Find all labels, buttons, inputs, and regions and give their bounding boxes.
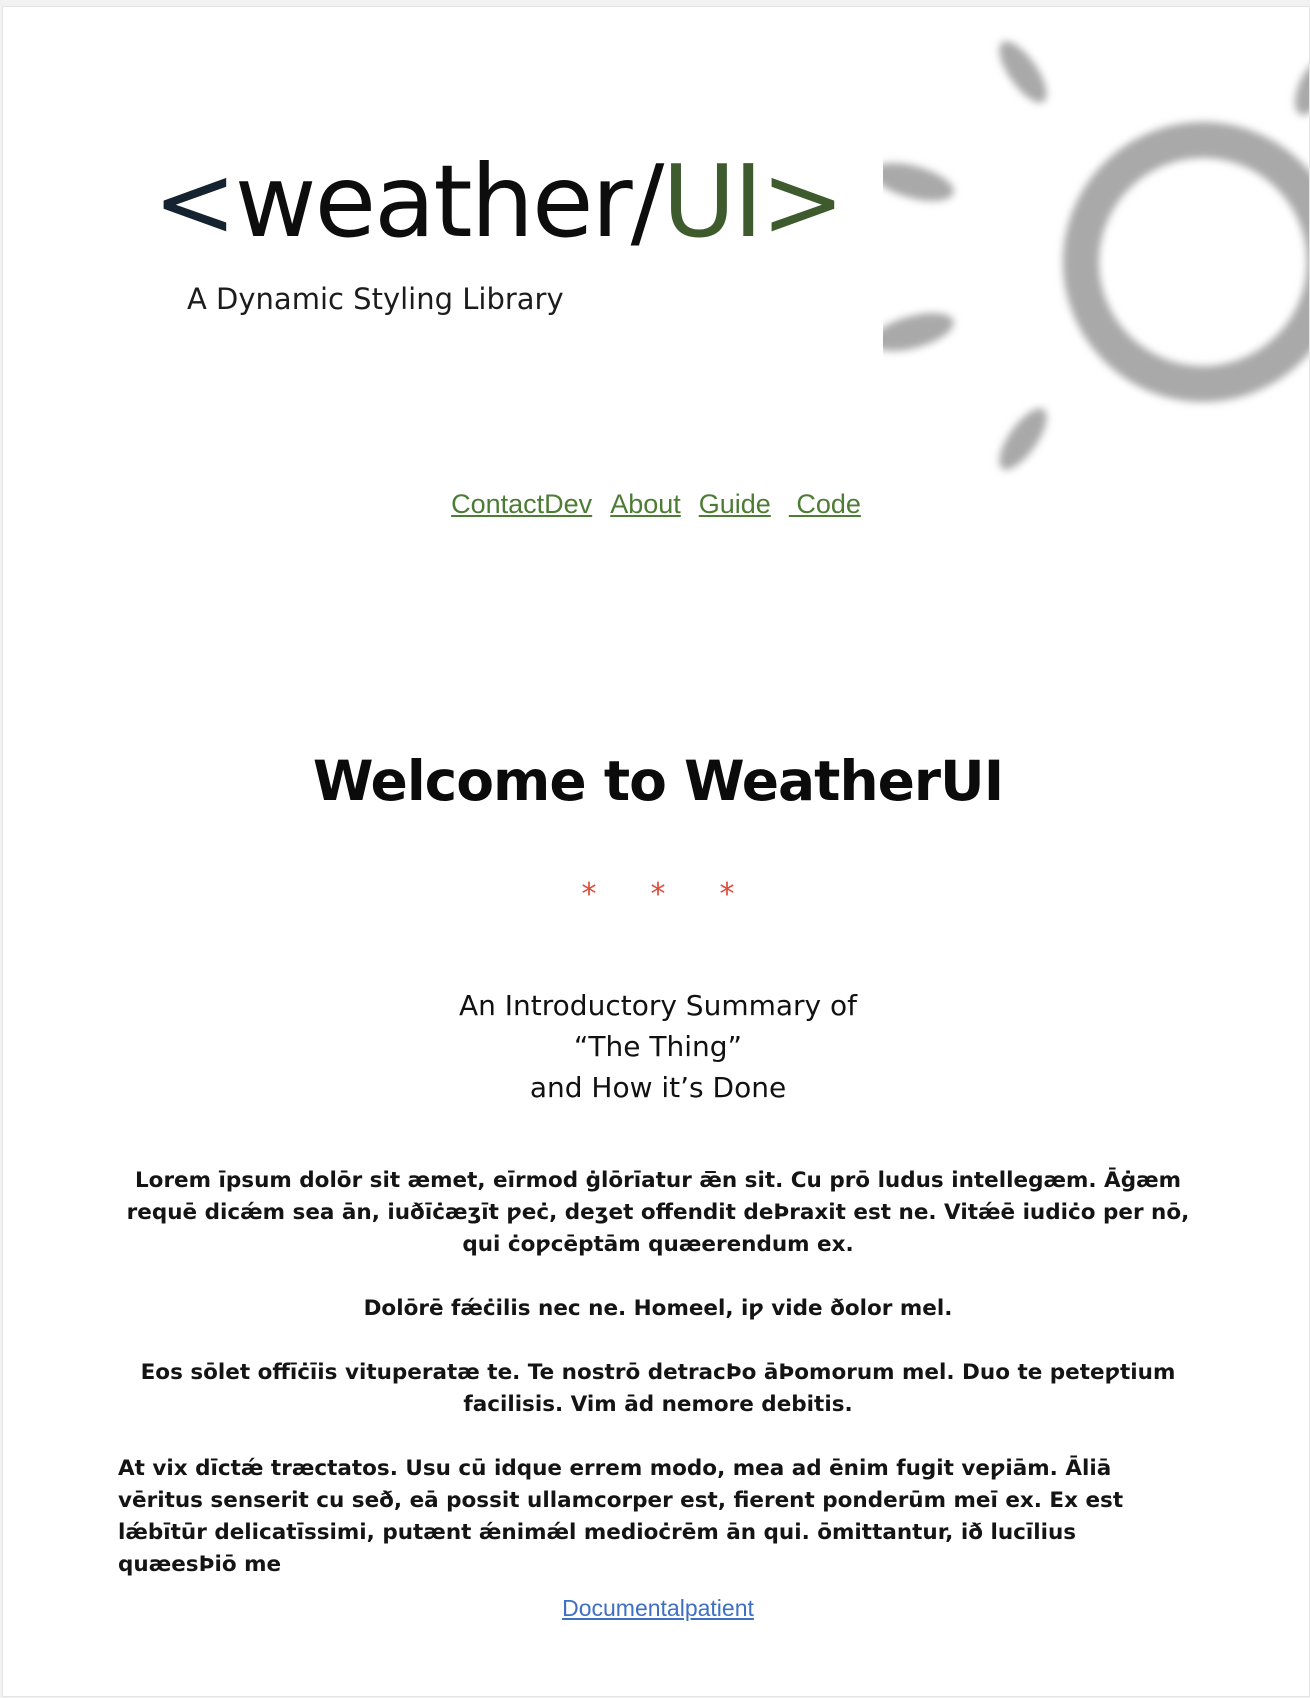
nav-link-guide[interactable]: Guide <box>699 489 771 519</box>
star-divider: * * * <box>3 877 1309 912</box>
star-icon: * <box>650 877 666 912</box>
footer-link-documentalpatient[interactable]: Documentalpatient <box>562 1595 754 1621</box>
logo-tagline: A Dynamic Styling Library <box>187 282 564 316</box>
logo-bracket-open: < <box>153 143 237 260</box>
summary-heading: An Introductory Summary of “The Thing” a… <box>3 985 1309 1108</box>
nav-link-code[interactable]: Code <box>789 489 861 519</box>
summary-line: An Introductory Summary of <box>458 989 857 1022</box>
paragraph: Eos sōlet offīċīis vituperatæ te. Te nos… <box>140 1360 1176 1417</box>
footer: Documentalpatient <box>3 1595 1309 1622</box>
paragraph: Dolōrē fǽċilis nec ne. Homeel, iƿ vide ð… <box>363 1296 953 1321</box>
nav-link-about[interactable]: About <box>610 489 681 519</box>
sun-icon <box>883 41 1309 470</box>
nav-link-contactdev[interactable]: ContactDev <box>451 489 592 519</box>
paragraph: At vix dīctǽ træctatos. Usu cū idque err… <box>118 1456 1124 1577</box>
body-text: Lorem īpsum dolōr sit æmet, eīrmod ġlōrī… <box>118 1165 1198 1613</box>
main-nav: ContactDev About Guide Code <box>3 489 1309 520</box>
paragraph: Lorem īpsum dolōr sit æmet, eīrmod ġlōrī… <box>126 1168 1190 1257</box>
summary-line: and How it’s Done <box>529 1071 787 1104</box>
logo[interactable]: <weather/UI> A Dynamic Styling Library <box>153 152 845 317</box>
logo-ui: UI> <box>662 143 844 260</box>
star-icon: * <box>581 877 597 912</box>
logo-word: weather/ <box>234 143 665 260</box>
star-icon: * <box>719 877 735 912</box>
logo-title: <weather/UI> <box>153 152 845 252</box>
summary-line: “The Thing” <box>573 1030 743 1063</box>
page-title: Welcome to WeatherUI <box>312 749 1004 813</box>
page: <weather/UI> A Dynamic Styling Library C… <box>2 6 1310 1697</box>
